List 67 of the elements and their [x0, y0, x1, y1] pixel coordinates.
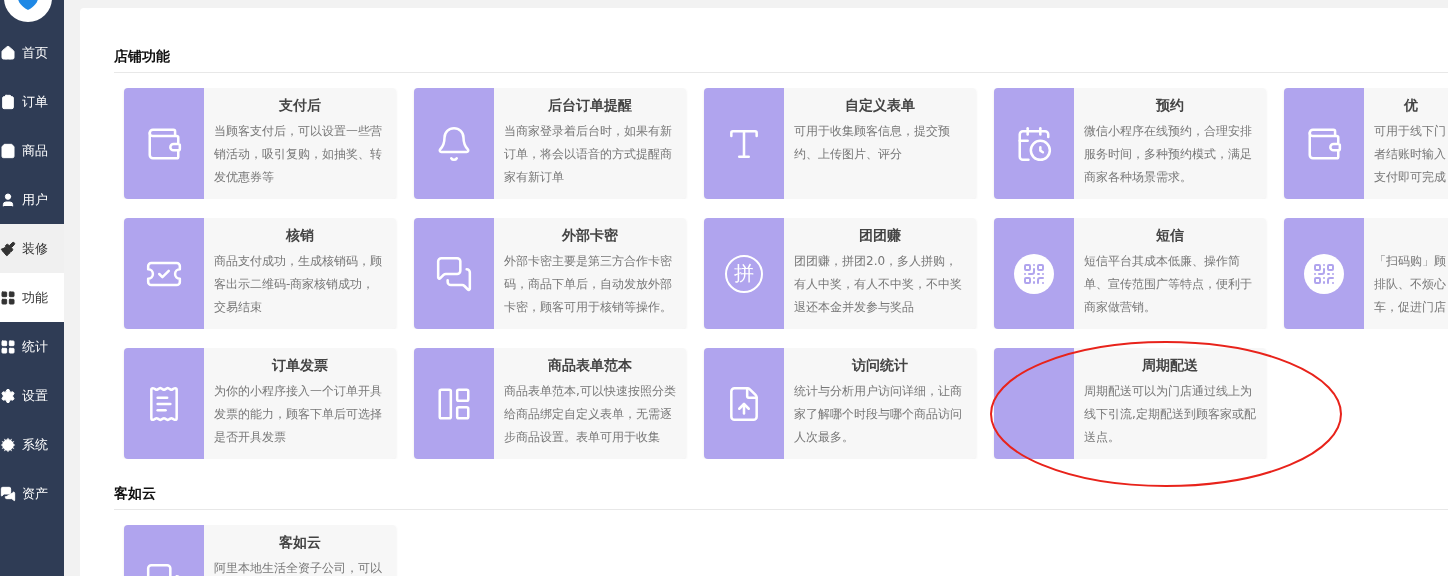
card-title: 客如云 — [278, 533, 322, 552]
chat-icon — [0, 485, 16, 502]
calendar-clock-icon — [1015, 124, 1053, 163]
feature-card[interactable]: 优 可用于线下门者结账时输入支付即可完成 — [1284, 88, 1448, 199]
sidebar-item[interactable]: 系统 — [0, 420, 64, 469]
feature-card[interactable]: 自定义表单 可用于收集顾客信息，提交预约、上传图片、评分 — [704, 88, 976, 199]
glyph-icon: 拼 — [725, 254, 763, 293]
feature-card[interactable]: 「扫码购」顾排队、不烦心车，促进门店 — [1284, 218, 1448, 329]
card-description: 「扫码购」顾排队、不烦心车，促进门店 — [1374, 253, 1447, 316]
feature-card[interactable]: 支付后 当顾客支付后，可以设置一些营销活动，吸引复购，如抽奖、转发优惠券等 — [124, 88, 396, 199]
card-description: 团团赚，拼团2.0，多人拼购，有人中奖，有人不中奖，不中奖退还本金并发参与奖品 — [794, 253, 963, 316]
sidebar-item[interactable]: 用户 — [0, 175, 64, 224]
sidebar-item[interactable]: 功能 — [0, 273, 64, 322]
feature-card[interactable]: 预约 微信小程序在线预约，合理安排服务时间，多种预约模式，满足商家各种场景需求。 — [994, 88, 1266, 199]
card-title: 后台订单提醒 — [547, 96, 633, 115]
brush-icon — [0, 240, 16, 257]
section-heading: 店铺功能 — [114, 48, 1448, 73]
card-description: 当顾客支付后，可以设置一些营销活动，吸引复购，如抽奖、转发优惠券等 — [214, 123, 383, 186]
card-description: 阿里本地生活全资子公司，可以 — [214, 560, 383, 576]
feature-card[interactable]: 后台订单提醒 当商家登录着后台时，如果有新订单，将会以语音的方式提醒商家有新订单 — [414, 88, 686, 199]
card-description: 短信平台其成本低廉、操作简单、宣传范围广等特点，便利于商家做营销。 — [1084, 253, 1253, 316]
feature-card[interactable]: 访问统计 统计与分析用户访问详细，让商家了解哪个时段与哪个商品访问人次最多。 — [704, 348, 976, 459]
feature-card[interactable]: 订单发票 为你的小程序接入一个订单开具发票的能力，顾客下单后可选择是否开具发票 — [124, 348, 396, 459]
sidebar-item[interactable]: 设置 — [0, 371, 64, 420]
feature-card[interactable]: 拼 团团赚 团团赚，拼团2.0，多人拼购，有人中奖，有人不中奖，不中奖退还本金并发参与奖品 — [704, 218, 976, 329]
sidebar-item[interactable]: 统计 — [0, 322, 64, 371]
card-title: 自定义表单 — [844, 96, 916, 115]
qr-code-icon — [1014, 253, 1054, 294]
card-description: 当商家登录着后台时，如果有新订单，将会以语音的方式提醒商家有新订单 — [504, 123, 673, 186]
card-title: 预约 — [1154, 96, 1185, 115]
card-description: 统计与分析用户访问详细，让商家了解哪个时段与哪个商品访问人次最多。 — [794, 383, 963, 446]
feature-card[interactable]: 客如云 阿里本地生活全资子公司，可以 — [124, 525, 396, 576]
feature-card[interactable]: 商品表单范本 商品表单范本,可以快速按照分类给商品绑定自定义表单，无需逐步商品设置。表单可用于收集 — [414, 348, 686, 459]
card-title: 优 — [1403, 96, 1419, 115]
card-description: 微信小程序在线预约，合理安排服务时间，多种预约模式，满足商家各种场景需求。 — [1084, 123, 1253, 186]
card-title: 周期配送 — [1141, 356, 1199, 375]
feature-card[interactable]: 短信 短信平台其成本低廉、操作简单、宣传范围广等特点，便利于商家做营销。 — [994, 218, 1266, 329]
card-title: 访问统计 — [850, 356, 909, 375]
card-description: 商品表单范本,可以快速按照分类给商品绑定自定义表单，无需逐步商品设置。表单可用于收集 — [504, 383, 676, 446]
feature-card[interactable]: 核销 商品支付成功，生成核销码，顾客出示二维码-商家核销成功，交易结束 — [124, 218, 396, 329]
sidebar-item[interactable]: 资产 — [0, 469, 64, 518]
sidebar-item[interactable]: 首页 — [0, 28, 64, 77]
card-title: 支付后 — [278, 96, 322, 115]
feature-card[interactable]: 外部卡密 外部卡密主要是第三方合作卡密码，商品下单后，自动发放外部卡密，顾客可用于核销等操作。 — [414, 218, 686, 329]
section-heading: 客如云 — [114, 485, 1448, 510]
chat-icon — [435, 254, 473, 293]
feature-card[interactable]: 周期配送 周期配送可以为门店通过线上为线下引流,定期配送到顾客家或配送点。 — [994, 348, 1266, 459]
card-title: 商品表单范本 — [547, 356, 633, 375]
user-icon — [0, 191, 16, 208]
card-description: 为你的小程序接入一个订单开具发票的能力，顾客下单后可选择是否开具发票 — [214, 383, 383, 446]
card-description: 外部卡密主要是第三方合作卡密码，商品下单后，自动发放外部卡密，顾客可用于核销等操作。 — [504, 253, 673, 316]
card-title: 核销 — [285, 226, 315, 245]
card-title: 短信 — [1155, 226, 1185, 245]
sidebar-item[interactable]: 订单 — [0, 77, 64, 126]
qr-code-icon — [1304, 253, 1344, 294]
grid-icon — [0, 289, 16, 306]
sidebar-item[interactable]: 装修 — [0, 224, 64, 273]
card-description: 可用于线下门者结账时输入支付即可完成 — [1374, 123, 1447, 186]
grid-icon — [0, 338, 16, 355]
card-description: 可用于收集顾客信息，提交预约、上传图片、评分 — [794, 123, 951, 163]
sidebar-item[interactable]: 商品 — [0, 126, 64, 175]
home-icon — [0, 44, 16, 61]
card-description: 商品支付成功，生成核销码，顾客出示二维码-商家核销成功，交易结束 — [214, 253, 383, 316]
card-title: 订单发票 — [270, 356, 329, 375]
card-title: 外部卡密 — [561, 226, 619, 245]
card-title: 团团赚 — [858, 226, 902, 245]
card-description: 周期配送可以为门店通过线上为线下引流,定期配送到顾客家或配送点。 — [1084, 383, 1256, 446]
